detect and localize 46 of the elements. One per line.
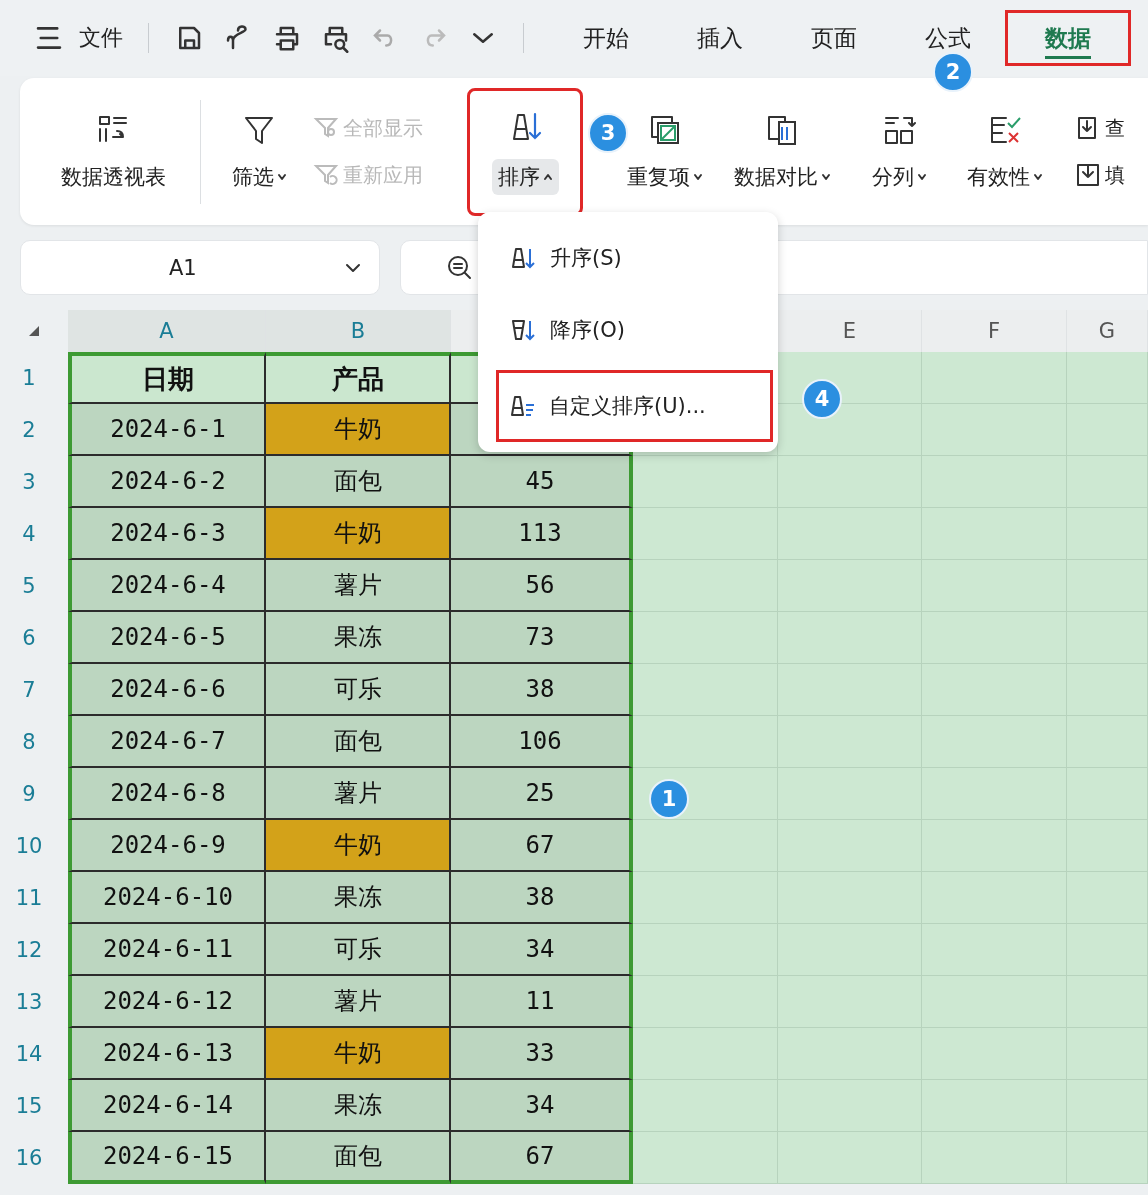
- table-cell: 果冻: [266, 872, 451, 924]
- table-cell: 38: [451, 872, 633, 924]
- table-cell: 果冻: [266, 1080, 451, 1132]
- table-cell: 薯片: [266, 976, 451, 1028]
- table-cell: 产品: [266, 352, 451, 404]
- table-cell: 可乐: [266, 924, 451, 976]
- table-cell: 11: [451, 976, 633, 1028]
- table-cell: 56: [451, 560, 633, 612]
- table-cell: 2024-6-7: [68, 716, 266, 768]
- table-cell: 2024-6-13: [68, 1028, 266, 1080]
- table-cell: 38: [451, 664, 633, 716]
- table-cell: 2024-6-5: [68, 612, 266, 664]
- table-cell: 2024-6-10: [68, 872, 266, 924]
- table-cell: 34: [451, 1080, 633, 1132]
- table-cell: 106: [451, 716, 633, 768]
- table-cell: 2024-6-6: [68, 664, 266, 716]
- table-cell: 可乐: [266, 664, 451, 716]
- table-cell: 2024-6-11: [68, 924, 266, 976]
- table-cell: 73: [451, 612, 633, 664]
- table-cell: 33: [451, 1028, 633, 1080]
- table-cell: 2024-6-15: [68, 1132, 266, 1184]
- table-cell: 薯片: [266, 768, 451, 820]
- table-cell: 薯片: [266, 560, 451, 612]
- table-cell: 2024-6-4: [68, 560, 266, 612]
- table-cell: 67: [451, 1132, 633, 1184]
- table-cell: 面包: [266, 1132, 451, 1184]
- table-cell: 67: [451, 820, 633, 872]
- table-cell: 牛奶: [266, 508, 451, 560]
- table-cell: 45: [451, 456, 633, 508]
- table-cell: 2024-6-1: [68, 404, 266, 456]
- table-cell: 2024-6-14: [68, 1080, 266, 1132]
- table-cell: 113: [451, 508, 633, 560]
- table-cell: 牛奶: [266, 820, 451, 872]
- table-cell: 面包: [266, 456, 451, 508]
- table-cell: 2024-6-9: [68, 820, 266, 872]
- table-cell: 2024-6-2: [68, 456, 266, 508]
- table-cell: 牛奶: [266, 404, 451, 456]
- table-cell: 2024-6-3: [68, 508, 266, 560]
- table-cell: 34: [451, 924, 633, 976]
- table-cell: 2024-6-8: [68, 768, 266, 820]
- table-cell: 面包: [266, 716, 451, 768]
- table-cell: 牛奶: [266, 1028, 451, 1080]
- table-cell: 2024-6-12: [68, 976, 266, 1028]
- table-cell: 果冻: [266, 612, 451, 664]
- table-cell: 日期: [68, 352, 266, 404]
- table-cell: 25: [451, 768, 633, 820]
